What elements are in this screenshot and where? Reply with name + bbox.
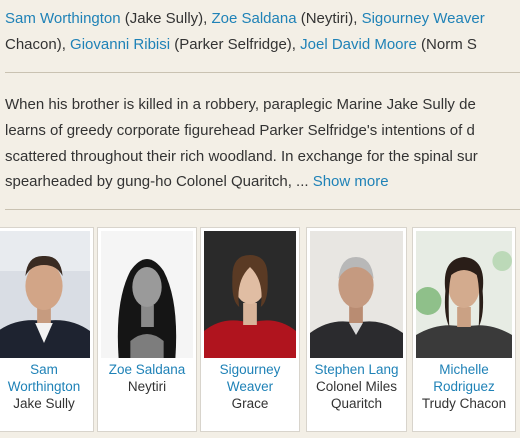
cast-card[interactable]: Stephen Lang Colonel Miles Quaritch [306, 227, 407, 432]
cast-list-line-1: Sam Worthington (Jake Sully), Zoe Saldan… [5, 9, 485, 29]
cast-name[interactable]: Sam [0, 361, 93, 378]
actor-photo[interactable] [101, 231, 193, 358]
cast-carousel: Sam Worthington Jake Sully Zoe Saldana N… [0, 227, 520, 438]
cast-name[interactable]: Rodriguez [413, 378, 515, 395]
synopsis-text: spearheaded by gung-ho Colonel Quaritch,… [5, 173, 313, 190]
cast-name[interactable]: Stephen Lang [307, 361, 406, 378]
cast-name[interactable]: Worthington [0, 378, 93, 395]
actor-link[interactable]: Giovanni Ribisi [70, 36, 170, 53]
role-text: (Parker Selfridge), [170, 36, 301, 53]
cast-role: Grace [231, 396, 269, 411]
actor-photo[interactable] [0, 231, 90, 358]
cast-name[interactable]: Sigourney [201, 361, 299, 378]
show-more-link[interactable]: Show more [313, 173, 389, 190]
section-divider [5, 209, 520, 210]
actor-link[interactable]: Zoe Saldana [211, 10, 296, 27]
actor-link[interactable]: Sigourney Weaver [362, 10, 485, 27]
cast-role: Neytiri [127, 379, 167, 394]
cast-card[interactable]: Michelle Rodriguez Trudy Chacon [412, 227, 516, 432]
cast-role: Jake Sully [13, 396, 75, 411]
synopsis-line: spearheaded by gung-ho Colonel Quaritch,… [5, 172, 389, 192]
cast-name[interactable]: Zoe Saldana [98, 361, 196, 378]
role-text: (Norm S [416, 36, 477, 53]
synopsis-line: learns of greedy corporate figurehead Pa… [5, 122, 475, 139]
cast-card[interactable]: Zoe Saldana Neytiri [97, 227, 197, 432]
role-text: Chacon), [5, 36, 71, 53]
actor-link[interactable]: Joel David Moore [300, 36, 417, 53]
actor-photo[interactable] [416, 231, 512, 358]
cast-card[interactable]: Sam Worthington Jake Sully [0, 227, 94, 432]
cast-name[interactable]: Weaver [201, 378, 299, 395]
actor-photo[interactable] [310, 231, 403, 358]
cast-card[interactable]: Sigourney Weaver Grace [200, 227, 300, 432]
cast-role: Quaritch [330, 396, 383, 411]
section-divider [5, 72, 520, 73]
cast-name[interactable]: Michelle [413, 361, 515, 378]
actor-photo[interactable] [204, 231, 296, 358]
role-text: (Jake Sully), [120, 10, 212, 27]
cast-list-line-2: Chacon), Giovanni Ribisi (Parker Selfrid… [5, 35, 477, 55]
cast-role: Colonel Miles [315, 379, 398, 394]
actor-link[interactable]: Sam Worthington [5, 10, 121, 27]
cast-role: Trudy Chacon [421, 396, 507, 411]
synopsis-line: scattered throughout their rich woodland… [5, 148, 478, 165]
role-text: (Neytiri), [296, 10, 362, 27]
synopsis-line: When his brother is killed in a robbery,… [5, 96, 476, 113]
